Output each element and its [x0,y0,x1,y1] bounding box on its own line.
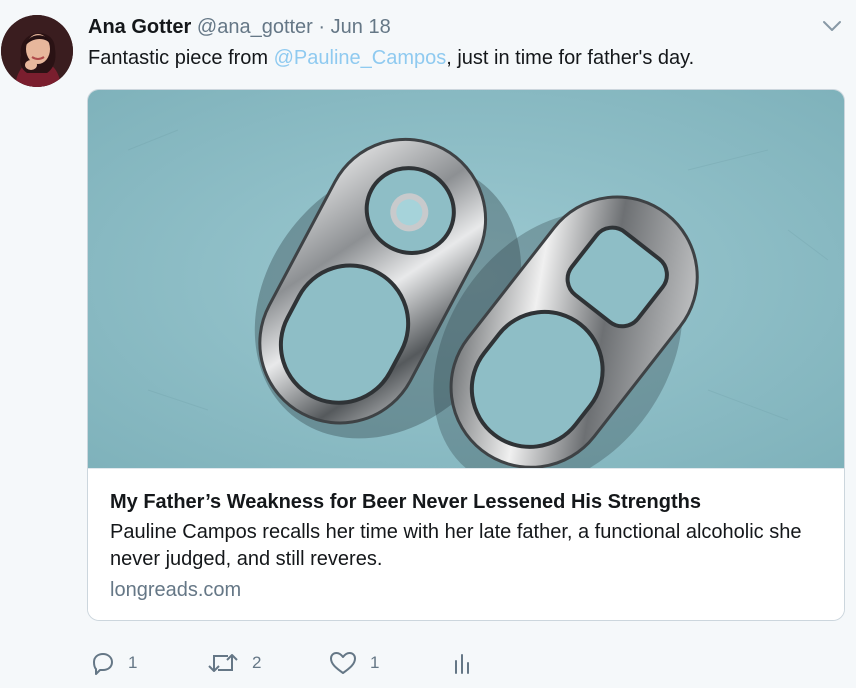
reply-count: 1 [128,653,138,672]
mention-link[interactable]: @Pauline_Campos [274,47,447,69]
chevron-down-icon[interactable] [820,16,844,36]
card-body[interactable]: My Father’s Weakness for Beer Never Less… [88,468,844,620]
like-button[interactable]: 1 [328,648,379,678]
tweet[interactable]: Ana Gotter @ana_gotter · Jun 18 Fantasti… [0,0,856,688]
reply-icon [93,653,113,675]
tweet-header: Ana Gotter @ana_gotter · Jun 18 [88,14,391,40]
card-description: Pauline Campos recalls her time with her… [110,521,802,570]
linked-can-tabs-image [88,90,844,489]
card-title[interactable]: My Father’s Weakness for Beer Never Less… [110,489,701,515]
analytics-icon [455,654,469,674]
retweet-icon [208,654,238,672]
like-count: 1 [370,653,380,672]
tweet-text: Fantastic piece from @Pauline_Campos, ju… [88,44,694,72]
tweet-date[interactable]: Jun 18 [331,16,391,38]
author-handle[interactable]: @ana_gotter [197,16,313,38]
author-name[interactable]: Ana Gotter [88,16,191,38]
reply-button[interactable]: 1 [88,648,137,678]
tweet-text-before: Fantastic piece from [88,47,274,69]
card-image[interactable] [88,90,844,489]
retweet-count: 2 [252,653,262,672]
analytics-button[interactable] [450,648,474,678]
header-separator: · [318,16,326,38]
heart-icon [330,652,356,674]
retweet-button[interactable]: 2 [206,648,261,678]
tweet-text-after: , just in time for father's day. [446,47,695,69]
link-card[interactable]: My Father’s Weakness for Beer Never Less… [87,89,845,621]
avatar[interactable] [1,15,73,87]
card-domain: longreads.com [110,579,242,601]
